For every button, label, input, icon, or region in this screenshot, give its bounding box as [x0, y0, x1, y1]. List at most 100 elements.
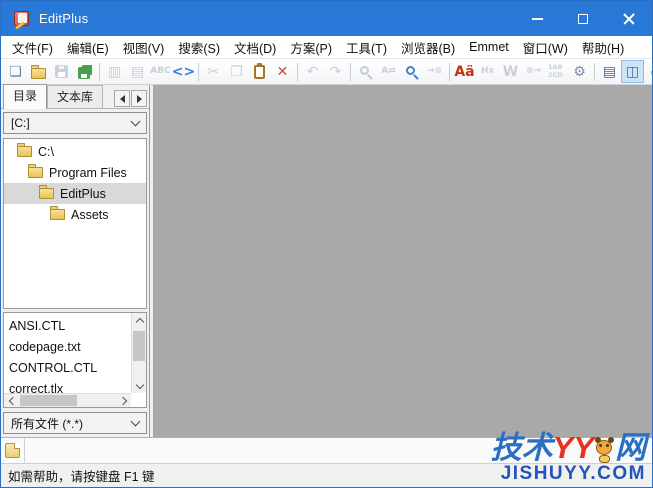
minimize-icon — [531, 17, 543, 20]
horizontal-scrollbar-thumb[interactable] — [20, 395, 78, 406]
find-in-files-icon — [405, 65, 415, 75]
document-tab-bar — [1, 437, 652, 463]
arrow-right-icon — [136, 94, 142, 103]
vertical-scrollbar-thumb[interactable] — [133, 330, 145, 361]
word-wrap-button: W — [499, 60, 522, 83]
menu-item[interactable]: 方案(P) — [283, 36, 339, 59]
tab-cliptext[interactable]: 文本库 — [47, 85, 104, 108]
horizontal-scrollbar[interactable] — [4, 393, 131, 407]
folder-icon — [39, 185, 54, 199]
title-bar: EditPlus — [1, 1, 652, 36]
menu-item[interactable]: 编辑(E) — [60, 36, 116, 59]
menu-item[interactable]: 视图(V) — [116, 36, 172, 59]
text-case-button[interactable]: Aä — [453, 60, 476, 83]
spell-check-icon: ABC — [150, 66, 171, 76]
word-wrap-icon: W — [502, 63, 519, 80]
find-button — [354, 60, 377, 83]
minimize-button[interactable] — [514, 1, 560, 36]
document-selector[interactable] — [1, 438, 25, 463]
menu-item[interactable]: 文件(F) — [5, 36, 60, 59]
user-tool-button[interactable]: ✐ — [644, 60, 652, 83]
folder-icon — [28, 164, 43, 178]
maximize-icon — [578, 13, 588, 24]
file-list-item[interactable]: ANSI.CTL — [4, 315, 131, 336]
undo-button: ↶ — [301, 60, 324, 83]
redo-button: ↷ — [324, 60, 347, 83]
document-note-icon — [5, 443, 20, 458]
print-button: ▤ — [126, 60, 149, 83]
toolbar-separator — [449, 62, 450, 81]
arrow-left-icon — [119, 94, 125, 103]
copy-button: ❐ — [225, 60, 248, 83]
tab-scroll-right-button[interactable] — [131, 90, 147, 107]
find-in-files-button[interactable] — [400, 60, 423, 83]
folder-icon — [17, 143, 32, 157]
directory-window-button[interactable]: ◫ — [621, 60, 644, 83]
menu-item[interactable]: Emmet — [462, 38, 516, 56]
indent-icon: ≡→ — [525, 66, 542, 76]
close-button[interactable] — [606, 1, 652, 36]
tree-item[interactable]: Program Files — [4, 162, 146, 183]
drive-select-value: [C:] — [11, 116, 30, 130]
menu-item[interactable]: 浏览器(B) — [394, 36, 462, 59]
chevron-left-icon — [8, 396, 17, 406]
scroll-right-button[interactable] — [117, 394, 131, 407]
window-title: EditPlus — [39, 11, 89, 26]
editplus-window: EditPlus 文件(F) 编辑(E) 视图(V) 搜索(S) 文档(D) 方案(P) 工… — [0, 0, 653, 488]
print-preview-icon: ▥ — [107, 63, 122, 80]
delete-button[interactable]: ✕ — [271, 60, 294, 83]
copy-icon: ❐ — [230, 63, 243, 80]
redo-icon: ↷ — [329, 63, 342, 80]
preferences-icon: ⚙ — [573, 63, 586, 80]
print-icon: ▤ — [130, 63, 145, 80]
file-list-item[interactable]: codepage.txt — [4, 336, 131, 357]
tree-item-label: EditPlus — [60, 186, 106, 201]
chevron-down-icon — [135, 380, 144, 389]
sort-icon: 1AB 2CD — [548, 63, 563, 79]
html-tags-button[interactable]: <> — [172, 60, 195, 83]
menu-item[interactable]: 搜索(S) — [171, 36, 227, 59]
sidebar-tabs: 目录 文本库 — [1, 84, 149, 109]
indent-button: ≡→ — [522, 60, 545, 83]
file-filter-select[interactable]: 所有文件 (*.*) — [3, 412, 147, 434]
directory-tree: C:\ Program Files EditPlus Assets — [3, 138, 147, 309]
menu-item[interactable]: 窗口(W) — [516, 36, 575, 59]
maximize-button[interactable] — [560, 1, 606, 36]
print-preview-button: ▥ — [103, 60, 126, 83]
document-list-button[interactable]: ▤ — [598, 60, 621, 83]
drive-select[interactable]: [C:] — [3, 112, 147, 134]
menu-item[interactable]: 文档(D) — [227, 36, 283, 59]
preferences-button[interactable]: ⚙ — [568, 60, 591, 83]
tab-directory[interactable]: 目录 — [3, 84, 48, 109]
scroll-up-button[interactable] — [132, 313, 146, 327]
save-button — [50, 60, 73, 83]
tab-scroll-arrows — [113, 90, 147, 107]
tree-item-label: Program Files — [49, 165, 127, 180]
paste-button[interactable] — [248, 60, 271, 83]
file-list-item[interactable]: correct.tlx — [4, 378, 131, 394]
tree-item[interactable]: C:\ — [4, 141, 146, 162]
new-document-button[interactable]: ❏ — [4, 60, 27, 83]
folder-icon — [50, 206, 65, 220]
new-document-icon: ❏ — [9, 63, 22, 80]
directory-window-icon: ◫ — [625, 63, 640, 80]
scroll-down-button[interactable] — [132, 379, 146, 393]
find-icon — [359, 65, 369, 75]
user-tool-icon: ✐ — [650, 65, 652, 79]
tree-item[interactable]: EditPlus — [4, 183, 146, 204]
replace-icon: A⇄ — [381, 66, 396, 76]
scroll-left-button[interactable] — [4, 394, 18, 407]
tab-scroll-left-button[interactable] — [114, 90, 130, 107]
menu-item[interactable]: 帮助(H) — [575, 36, 631, 59]
directory-sidebar: 目录 文本库 [C:] C:\ Program Files EditPlus Asse… — [1, 84, 150, 437]
file-list-item[interactable]: CONTROL.CTL — [4, 357, 131, 378]
menu-item[interactable]: 工具(T) — [339, 36, 394, 59]
menubar: 文件(F) 编辑(E) 视图(V) 搜索(S) 文档(D) 方案(P) 工具(T) 浏览器(B… — [1, 36, 652, 59]
status-bar: 如需帮助，请按键盘 F1 键 — [1, 463, 652, 487]
hex-view-icon: Hx — [480, 66, 495, 76]
tree-item[interactable]: Assets — [4, 204, 146, 225]
text-case-icon: Aä — [454, 63, 475, 80]
save-all-button[interactable] — [73, 60, 96, 83]
vertical-scrollbar[interactable] — [131, 313, 146, 393]
open-folder-button[interactable] — [27, 60, 50, 83]
